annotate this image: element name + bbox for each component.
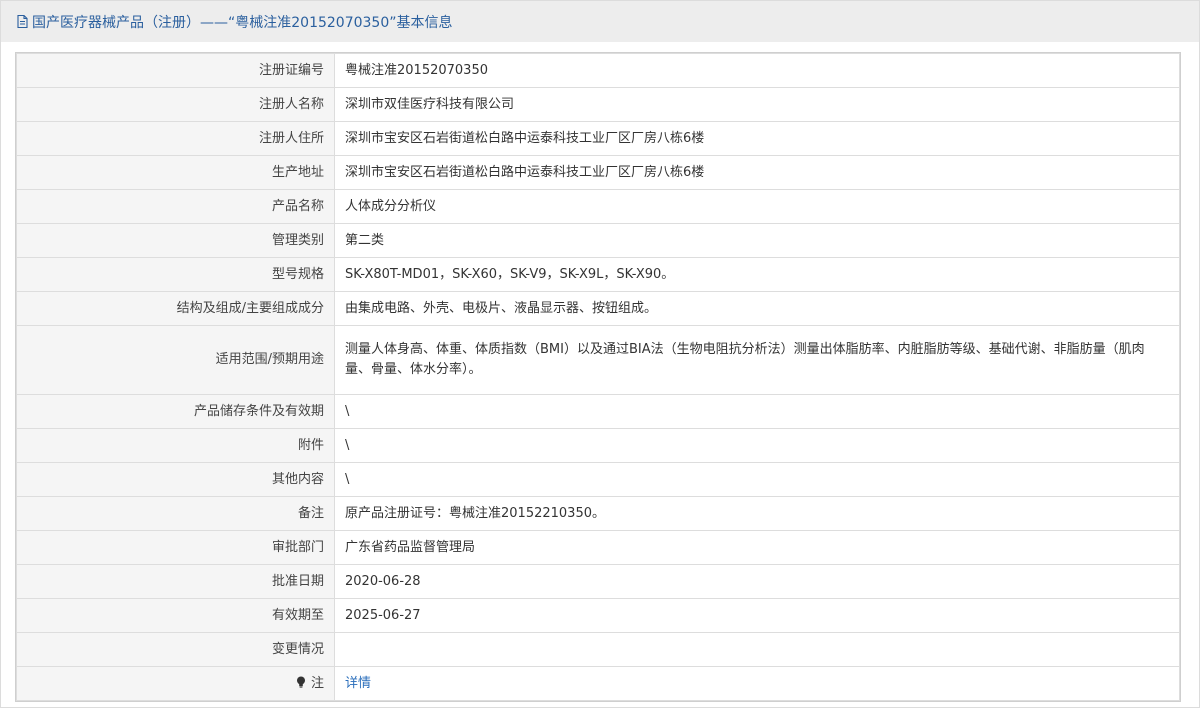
panel-header: 国产医疗器械产品（注册）——“粤械注准20152070350”基本信息 — [1, 1, 1199, 42]
row-value: 2020-06-28 — [334, 564, 1180, 599]
row-label: 注册证编号 — [16, 53, 335, 88]
row-value — [334, 632, 1180, 667]
row-label: 其他内容 — [16, 462, 335, 497]
table-row: 生产地址 深圳市宝安区石岩街道松白路中运泰科技工业厂区厂房八栋6楼 — [16, 155, 1180, 190]
bulb-icon — [296, 676, 310, 690]
row-label: 产品名称 — [16, 189, 335, 224]
table-row: 备注 原产品注册证号：粤械注准20152210350。 — [16, 496, 1180, 531]
row-label: 有效期至 — [16, 598, 335, 633]
page-title: 国产医疗器械产品（注册）——“粤械注准20152070350”基本信息 — [32, 14, 453, 31]
row-value: 由集成电路、外壳、电极片、液晶显示器、按钮组成。 — [334, 291, 1180, 326]
row-value: 测量人体身高、体重、体质指数（BMI）以及通过BIA法（生物电阻抗分析法）测量出… — [334, 325, 1180, 395]
row-label: 管理类别 — [16, 223, 335, 258]
row-label: 结构及组成/主要组成成分 — [16, 291, 335, 326]
table-row: 注册人名称 深圳市双佳医疗科技有限公司 — [16, 87, 1180, 122]
row-value: 人体成分分析仪 — [334, 189, 1180, 224]
row-value: 原产品注册证号：粤械注准20152210350。 — [334, 496, 1180, 531]
row-label: 注册人名称 — [16, 87, 335, 122]
row-label: 审批部门 — [16, 530, 335, 565]
row-value: 广东省药品监督管理局 — [334, 530, 1180, 565]
row-label: 注册人住所 — [16, 121, 335, 156]
row-label: 适用范围/预期用途 — [16, 325, 335, 395]
row-label: 生产地址 — [16, 155, 335, 190]
info-table: 注册证编号 粤械注准20152070350 注册人名称 深圳市双佳医疗科技有限公… — [15, 52, 1181, 702]
row-label: 型号规格 — [16, 257, 335, 292]
row-label: 批准日期 — [16, 564, 335, 599]
row-value: \ — [334, 394, 1180, 429]
row-label: 备注 — [16, 496, 335, 531]
table-row: 管理类别 第二类 — [16, 223, 1180, 258]
note-label: 注 — [310, 676, 324, 691]
row-value: 2025-06-27 — [334, 598, 1180, 633]
row-value: SK-X80T-MD01，SK-X60，SK-V9，SK-X9L，SK-X90。 — [334, 257, 1180, 292]
table-row: 结构及组成/主要组成成分 由集成电路、外壳、电极片、液晶显示器、按钮组成。 — [16, 291, 1180, 326]
table-row: 型号规格 SK-X80T-MD01，SK-X60，SK-V9，SK-X9L，SK… — [16, 257, 1180, 292]
table-row: 审批部门 广东省药品监督管理局 — [16, 530, 1180, 565]
note-label-cell: 注 — [16, 666, 335, 701]
row-value: 深圳市双佳医疗科技有限公司 — [334, 87, 1180, 122]
detail-link[interactable]: 详情 — [345, 676, 371, 691]
row-value: 粤械注准20152070350 — [334, 53, 1180, 88]
row-value: 深圳市宝安区石岩街道松白路中运泰科技工业厂区厂房八栋6楼 — [334, 155, 1180, 190]
document-icon — [15, 14, 30, 29]
table-row: 产品名称 人体成分分析仪 — [16, 189, 1180, 224]
table-row: 注册证编号 粤械注准20152070350 — [16, 53, 1180, 88]
note-value-cell: 详情 — [334, 666, 1180, 701]
row-label: 变更情况 — [16, 632, 335, 667]
row-value: 深圳市宝安区石岩街道松白路中运泰科技工业厂区厂房八栋6楼 — [334, 121, 1180, 156]
table-row: 附件 \ — [16, 428, 1180, 463]
row-label: 附件 — [16, 428, 335, 463]
table-row: 产品储存条件及有效期 \ — [16, 394, 1180, 429]
row-value: 第二类 — [334, 223, 1180, 258]
info-panel: 国产医疗器械产品（注册）——“粤械注准20152070350”基本信息 注册证编… — [0, 0, 1200, 708]
table-row: 适用范围/预期用途 测量人体身高、体重、体质指数（BMI）以及通过BIA法（生物… — [16, 325, 1180, 395]
row-value: \ — [334, 462, 1180, 497]
table-row: 变更情况 — [16, 632, 1180, 667]
row-label: 产品储存条件及有效期 — [16, 394, 335, 429]
table-row: 批准日期 2020-06-28 — [16, 564, 1180, 599]
table-row: 其他内容 \ — [16, 462, 1180, 497]
table-row: 注册人住所 深圳市宝安区石岩街道松白路中运泰科技工业厂区厂房八栋6楼 — [16, 121, 1180, 156]
note-row: 注 详情 — [16, 666, 1180, 701]
table-row: 有效期至 2025-06-27 — [16, 598, 1180, 633]
row-value: \ — [334, 428, 1180, 463]
